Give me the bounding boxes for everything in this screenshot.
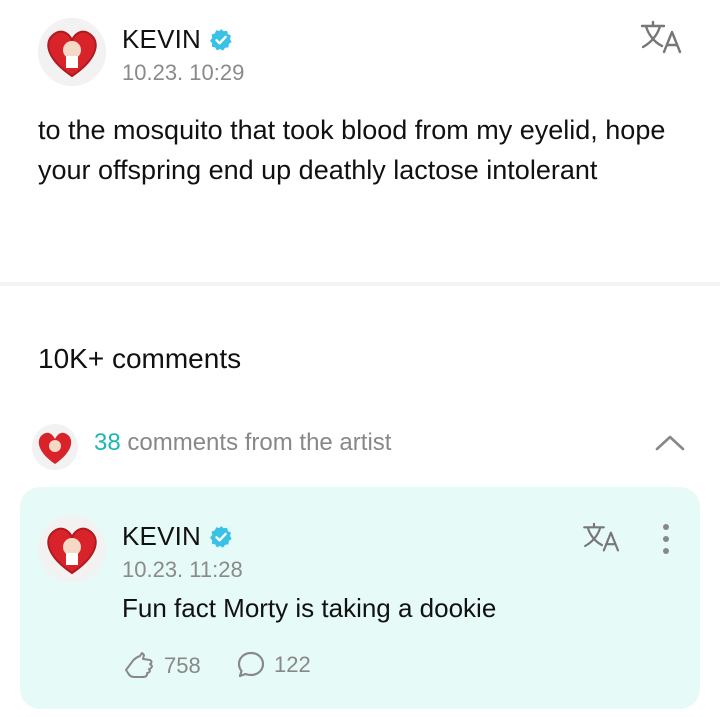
- like-count: 758: [164, 653, 201, 678]
- more-vertical-icon[interactable]: [658, 522, 674, 556]
- comment-author-row[interactable]: KEVIN: [122, 521, 233, 552]
- comment-author-avatar[interactable]: [38, 515, 106, 583]
- like-button[interactable]: 758: [122, 650, 201, 682]
- translate-icon[interactable]: [582, 522, 622, 554]
- verified-badge-icon: [210, 525, 232, 548]
- artist-comments-label: 38 comments from the artist: [94, 429, 391, 457]
- post-body: to the mosquito that took blood from my …: [38, 115, 666, 185]
- comment-body: Fun fact Morty is taking a dookie: [122, 593, 497, 623]
- artist-comments-count: 38: [94, 429, 121, 456]
- artist-comments-toggle[interactable]: 38 comments from the artist: [32, 418, 692, 474]
- author-name-row[interactable]: KEVIN: [122, 24, 233, 55]
- post-timestamp: 10.23. 10:29: [122, 60, 245, 85]
- section-divider: [0, 282, 720, 286]
- like-hand-icon: [125, 652, 153, 678]
- translate-icon[interactable]: [640, 20, 684, 56]
- chevron-up-icon[interactable]: [654, 432, 686, 454]
- comment-bubble-icon: [237, 651, 265, 678]
- reply-button[interactable]: 122: [236, 650, 311, 680]
- author-name[interactable]: KEVIN: [122, 24, 201, 55]
- comment-author-name[interactable]: KEVIN: [122, 521, 201, 552]
- comment-timestamp: 10.23. 11:28: [122, 557, 243, 582]
- artist-avatar: [32, 424, 78, 470]
- verified-badge-icon: [210, 28, 232, 51]
- artist-comments-text: comments from the artist: [120, 429, 392, 456]
- comments-count: 10K+ comments: [38, 343, 242, 374]
- author-avatar[interactable]: [38, 18, 106, 86]
- reply-count: 122: [274, 652, 311, 677]
